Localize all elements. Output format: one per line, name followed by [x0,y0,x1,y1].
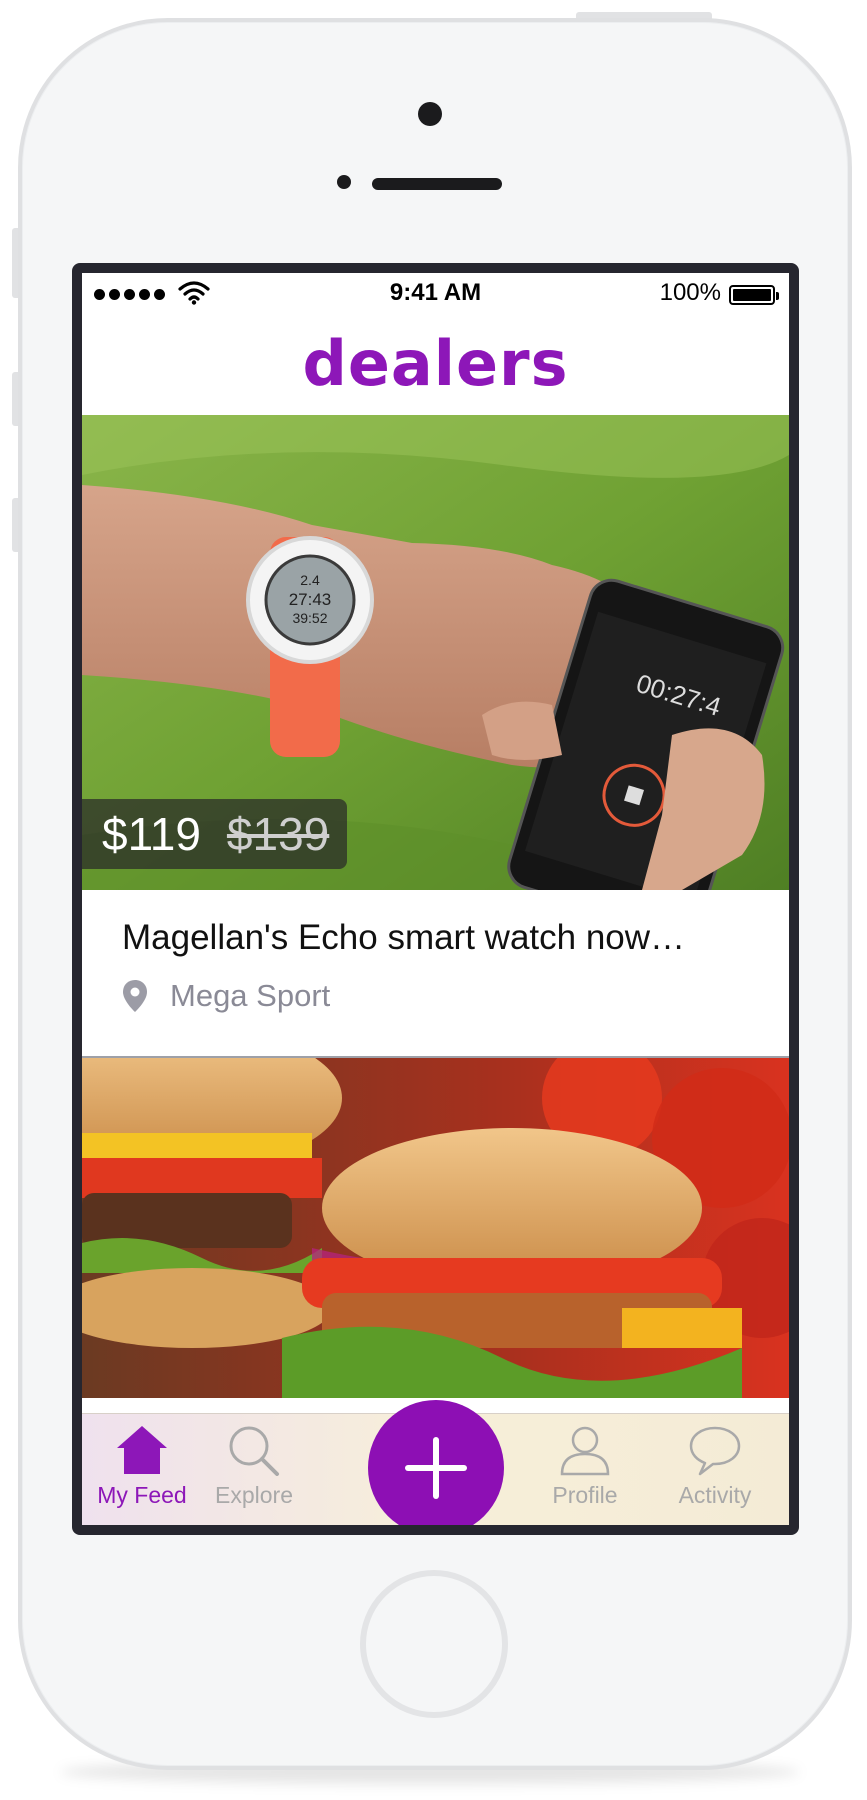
store-name: Mega Sport [170,978,331,1013]
original-price: $139 [226,808,330,860]
tab-label: Explore [215,1482,293,1508]
deal-title[interactable]: Magellan's Echo smart watch now… [122,918,742,958]
tab-profile[interactable]: Profile [525,1414,645,1525]
tab-bar: My Feed Explore Profile Activity [82,1400,789,1525]
app-header: dealers [82,315,789,415]
earpiece-speaker [372,178,502,190]
battery-icon [729,285,779,305]
tab-label: My Feed [97,1482,187,1508]
home-button[interactable] [360,1570,508,1718]
app-logo: dealers [302,326,569,400]
price-tag: $119 $139 [82,799,348,869]
proximity-sensor [337,175,351,189]
current-price: $119 [102,808,201,860]
status-bar: 9:41 AM 100% [82,273,789,315]
app-screen: 9:41 AM 100% dealers 2.4 27:43 39:52 00:… [82,273,789,1525]
front-camera [418,102,442,126]
deal-card[interactable]: 2.4 27:43 39:52 00:27:4 $119 $139 Magell… [82,415,789,1058]
tab-label: Activity [678,1482,752,1508]
tab-my-feed[interactable]: My Feed [82,1414,202,1525]
svg-text:39:52: 39:52 [292,610,327,626]
svg-text:27:43: 27:43 [289,590,332,609]
tab-activity[interactable]: Activity [655,1414,775,1525]
plus-icon [405,1437,467,1499]
tab-explore[interactable]: Explore [194,1414,314,1525]
search-icon [229,1426,279,1476]
add-deal-button[interactable] [368,1400,504,1525]
location-pin-icon [123,980,147,1012]
home-icon [117,1426,167,1474]
deal-image-burgers[interactable] [82,1058,789,1398]
deal-location[interactable]: Mega Sport [122,978,789,1014]
battery-percentage: 100% [659,279,721,306]
tab-label: Profile [552,1482,618,1508]
speech-bubble-icon [689,1426,741,1476]
deal-card[interactable] [82,1058,789,1398]
svg-text:2.4: 2.4 [300,572,320,588]
person-icon [560,1426,610,1476]
deal-feed[interactable]: 2.4 27:43 39:52 00:27:4 $119 $139 Magell… [82,415,789,1398]
deal-details[interactable]: Magellan's Echo smart watch now… Mega Sp… [82,890,789,1058]
deal-image-smart-watch[interactable]: 2.4 27:43 39:52 00:27:4 $119 $139 [82,415,789,890]
